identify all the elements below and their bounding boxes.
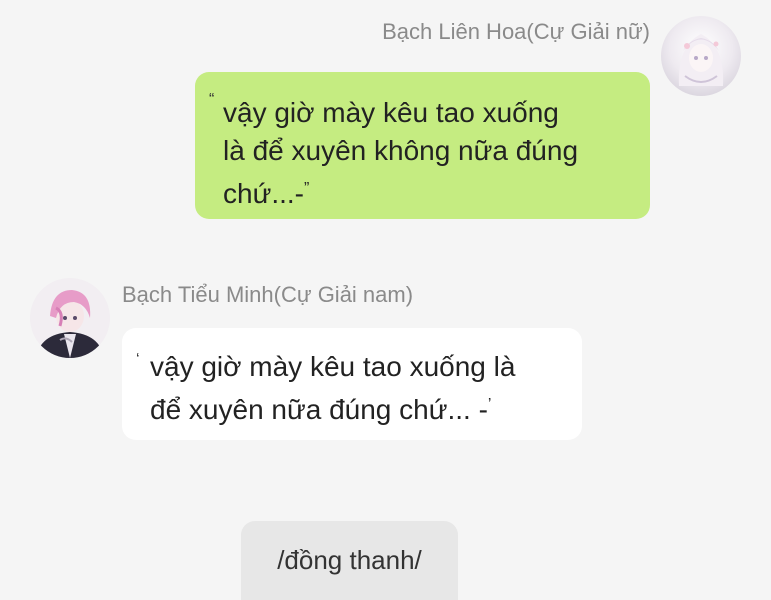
message-line-with-quote: chứ...-” xyxy=(223,170,626,213)
message-line-text: để xuyên nữa đúng chứ... - xyxy=(150,394,488,425)
close-quote-mark: ’ xyxy=(487,396,492,413)
message-line: vậy giờ mày kêu tao xuống xyxy=(223,97,559,128)
center-message-bubble[interactable]: /đồng thanh/ xyxy=(241,521,458,600)
message-line: là để xuyên không nữa đúng xyxy=(223,135,579,166)
center-message-text: /đồng thanh/ xyxy=(277,545,422,575)
message-line-text: chứ...- xyxy=(223,178,304,209)
avatar-girl-white-hair-icon xyxy=(661,16,741,96)
open-quote-mark: ‘ xyxy=(136,351,140,368)
close-quote-mark: ” xyxy=(303,180,310,197)
message-bubble-left[interactable]: ‘ vậy giờ mày kêu tao xuống là để xuyên … xyxy=(122,328,582,440)
avatar-boy-pink-hair-icon xyxy=(30,278,110,358)
avatar-left[interactable] xyxy=(30,278,110,358)
sender-name-right: Bạch Liên Hoa(Cự Giải nữ) xyxy=(382,19,650,44)
open-quote-mark: “ xyxy=(209,91,215,108)
avatar-right[interactable] xyxy=(661,16,741,96)
sender-name-left: Bạch Tiểu Minh(Cự Giải nam) xyxy=(122,282,414,307)
message-line-with-quote: để xuyên nữa đúng chứ... -’ xyxy=(150,386,562,429)
message-bubble-right[interactable]: “ vậy giờ mày kêu tao xuống là để xuyên … xyxy=(195,72,650,219)
chat-view: Bạch Liên Hoa(Cự Giải nữ) “ vậy giờ mày … xyxy=(0,0,771,600)
message-line: vậy giờ mày kêu tao xuống là xyxy=(150,351,516,382)
